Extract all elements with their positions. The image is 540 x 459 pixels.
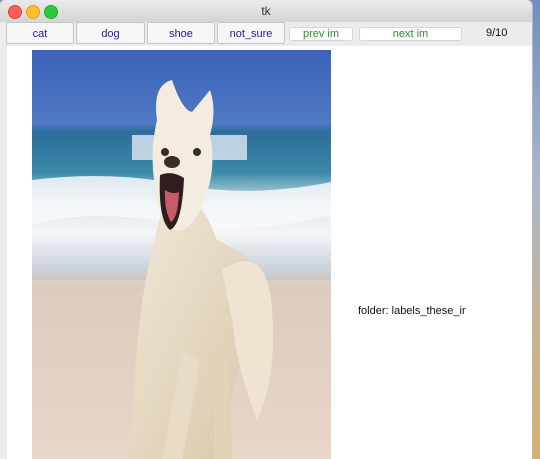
- window-title: tk: [261, 4, 271, 18]
- prev-image-button[interactable]: prev im: [289, 27, 353, 41]
- dog-photo: [32, 50, 331, 459]
- next-image-button[interactable]: next im: [359, 27, 462, 41]
- label-dog-button[interactable]: dog: [76, 22, 145, 44]
- label-shoe-button[interactable]: shoe: [147, 22, 215, 44]
- folder-label: folder: labels_these_ir: [358, 305, 466, 317]
- title-bar: tk: [0, 0, 532, 23]
- label-not-sure-button[interactable]: not_sure: [217, 22, 285, 44]
- label-toolbar: cat dog shoe not_sure prev im next im 9/…: [0, 22, 532, 46]
- image-counter: 9/10: [486, 27, 508, 39]
- label-cat-button[interactable]: cat: [6, 22, 74, 44]
